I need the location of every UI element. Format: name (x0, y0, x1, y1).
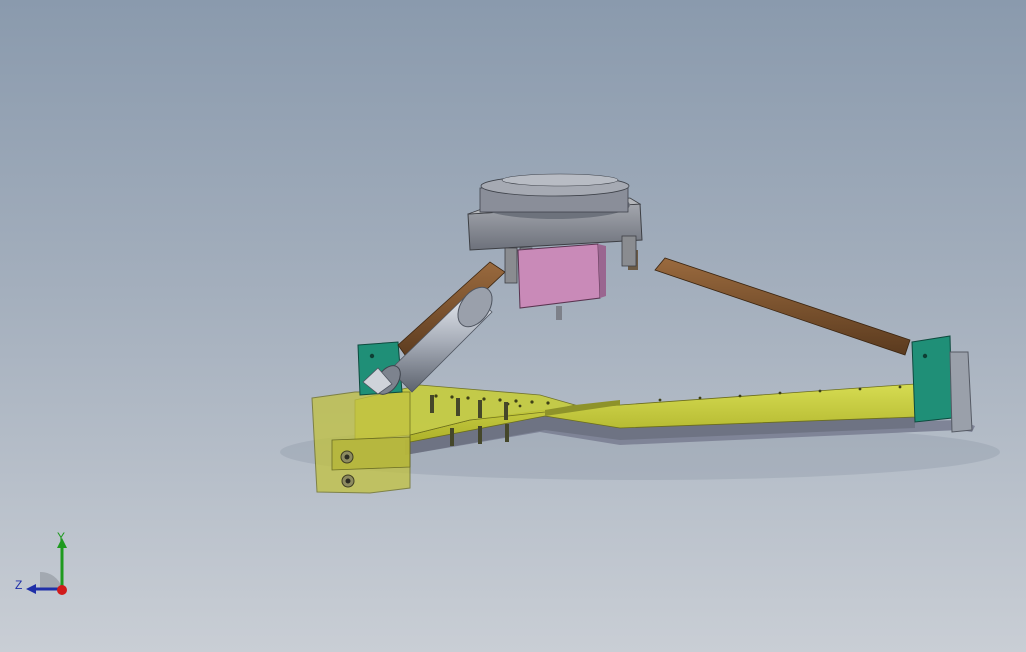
bracket-leg-left (504, 247, 518, 284)
right-end-block (949, 351, 973, 433)
right-green-mount (911, 335, 953, 423)
bracket-leg-right (621, 235, 637, 267)
motor-body (517, 243, 601, 309)
triad-z-label: Z (15, 578, 23, 592)
mount-hole (369, 353, 375, 359)
mount-hole (922, 353, 928, 359)
triad-graphic (26, 538, 67, 595)
triad-z-arrow (26, 584, 36, 594)
triad-x-axis-point (57, 585, 67, 595)
graphics-viewport[interactable]: Y Z (0, 0, 1026, 652)
right-strut (654, 257, 911, 356)
triad-y-label: Y (57, 530, 66, 544)
cad-assembly-model[interactable] (0, 0, 1026, 652)
turntable-cap (501, 173, 619, 187)
motor-shaft (556, 306, 562, 320)
view-orientation-triad: Y Z (10, 530, 80, 605)
triad-rotation-arc (40, 571, 62, 588)
